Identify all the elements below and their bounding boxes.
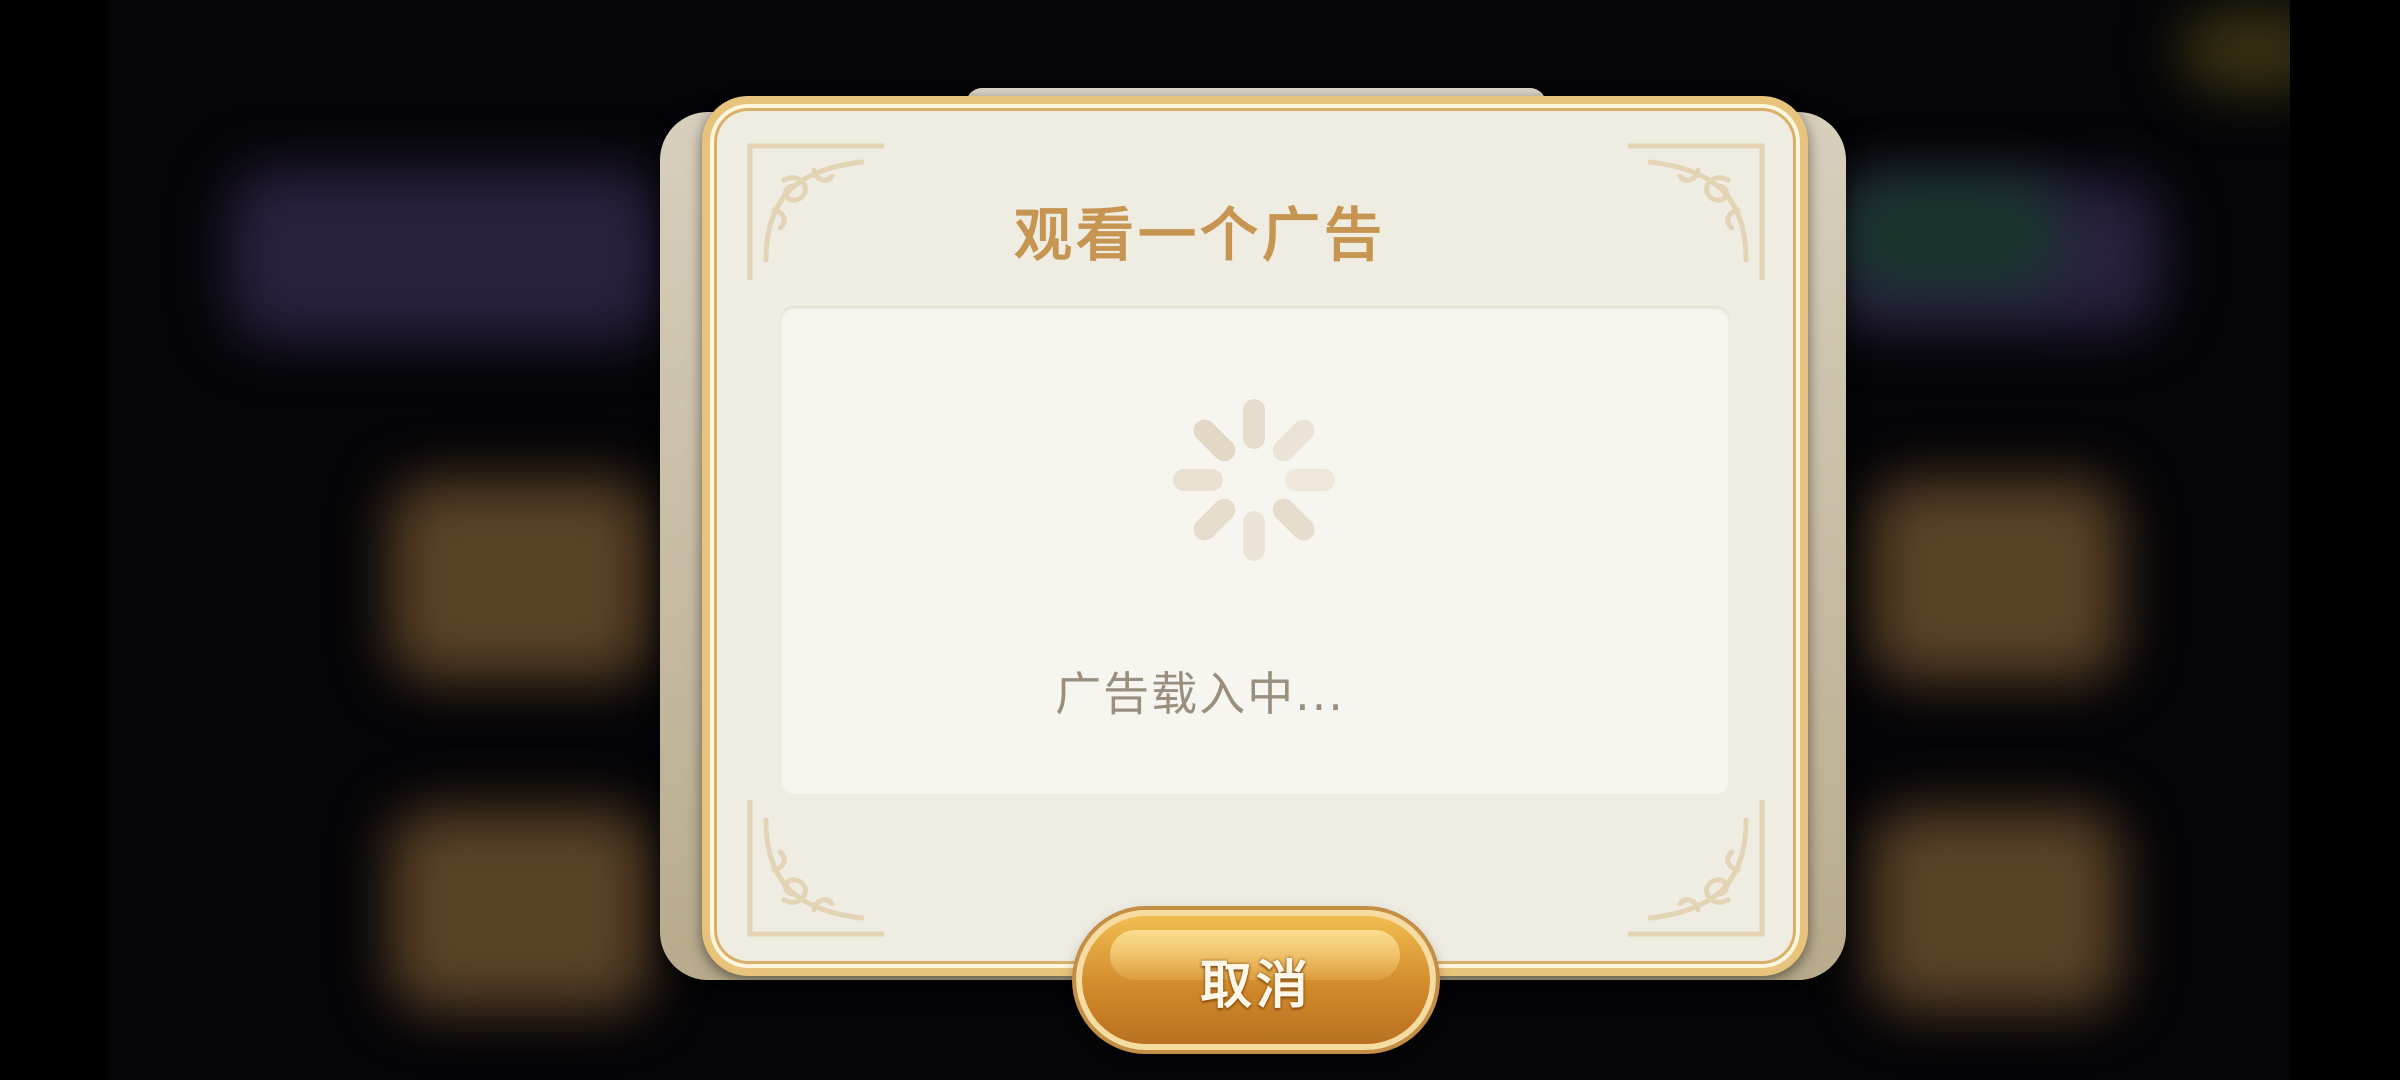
dialog-title: 观看一个广告: [1013, 201, 1386, 269]
loading-spinner-icon: [1154, 380, 1354, 580]
background-blob: [390, 480, 650, 680]
ornament-corner-icon: [1625, 797, 1768, 940]
screen-edge-right: [2290, 0, 2400, 1080]
screen-edge-left: [0, 0, 108, 1080]
background-blob: [390, 810, 650, 1010]
background-blob: [1870, 810, 2120, 1010]
ornament-corner-icon: [744, 797, 887, 940]
cancel-button[interactable]: 取消: [1076, 910, 1436, 1050]
cancel-button-label: 取消: [1199, 955, 1312, 1016]
game-screen: 观看一个广告 广告载入中... 取消: [0, 0, 2400, 1080]
background-blob: [1870, 480, 2120, 680]
loading-status-text: 广告载入中...: [1055, 667, 1345, 721]
